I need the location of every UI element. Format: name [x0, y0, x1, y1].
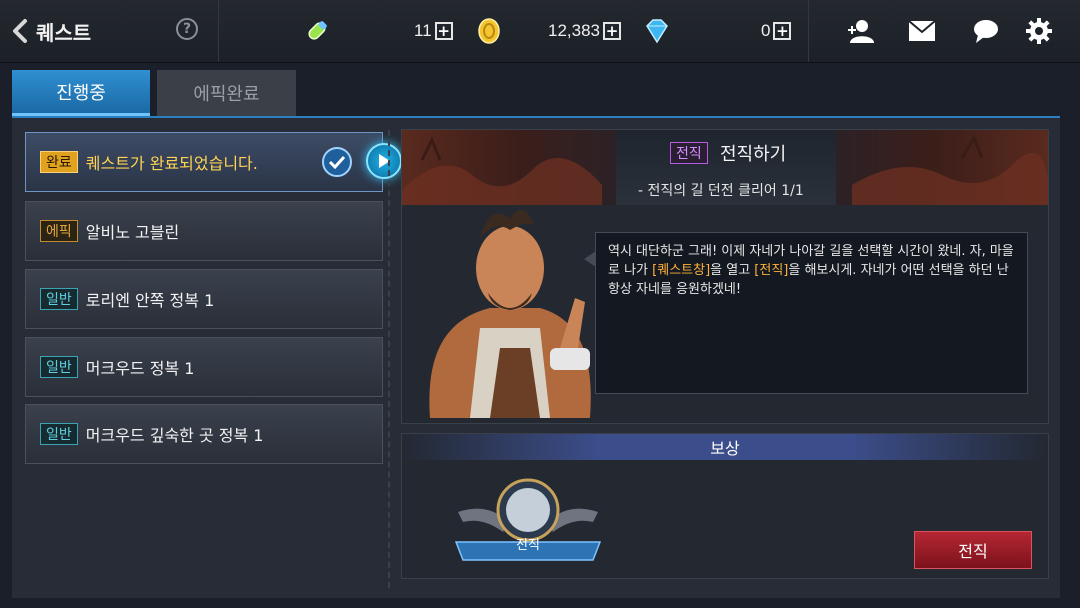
check-icon	[322, 147, 352, 177]
reward-panel: 보상 전직 전직	[401, 433, 1049, 579]
settings-gear-icon[interactable]	[1022, 14, 1056, 48]
job-change-medal-icon	[454, 478, 602, 561]
quest-item-complete[interactable]: 완료 퀘스트가 완료되었습니다.	[25, 132, 402, 192]
add-stamina-button[interactable]: +	[434, 22, 453, 40]
quest-name: 퀘스트가 완료되었습니다.	[85, 154, 258, 173]
tab-in-progress[interactable]: 진행중	[12, 70, 150, 116]
gem-value: 0	[761, 21, 771, 40]
gold-coin-icon	[472, 14, 506, 48]
speech-tail	[584, 251, 596, 267]
back-button[interactable]: 퀘스트	[10, 14, 120, 48]
quest-item[interactable]: 일반 머크우드 깊숙한 곳 정복 1	[25, 404, 383, 464]
play-icon[interactable]	[366, 143, 402, 179]
quest-name: 로리엔 안쪽 정복 1	[85, 291, 215, 310]
gold-counter: 12,383 +	[548, 14, 621, 48]
gold-value: 12,383	[548, 21, 600, 40]
reward-item-label: 전직	[516, 538, 540, 553]
quest-type-tag: 전직	[670, 142, 708, 164]
friends-icon[interactable]	[843, 14, 877, 48]
quest-badge: 에픽	[40, 220, 78, 242]
divider	[218, 0, 219, 62]
mail-icon[interactable]	[905, 14, 939, 48]
quest-title: 전직하기	[720, 144, 787, 165]
quest-name: 머크우드 깊숙한 곳 정복 1	[85, 426, 264, 445]
gem-counter: 0 +	[761, 14, 792, 48]
quest-name: 알비노 고블린	[85, 223, 180, 242]
quest-badge: 일반	[40, 423, 78, 445]
quest-badge: 일반	[40, 288, 78, 310]
column-divider	[388, 130, 390, 588]
dialog-highlight: [전직]	[754, 263, 789, 278]
npc-dialog-box: 역시 대단하군 그래! 이제 자네가 나아갈 길을 선택할 시간이 왔네. 자,…	[584, 232, 1028, 394]
divider	[808, 0, 809, 62]
help-icon[interactable]: ?	[176, 18, 198, 40]
potion-icon	[300, 14, 334, 48]
add-gem-button[interactable]: +	[773, 22, 792, 40]
gem-icon	[640, 14, 674, 48]
quest-objective: - 전직의 길 던전 클리어 1/1	[638, 183, 804, 199]
dialog-text: 을 열고	[710, 263, 755, 278]
back-arrow-icon	[13, 19, 27, 43]
job-change-button[interactable]: 전직	[914, 531, 1032, 569]
quest-badge: 완료	[40, 151, 78, 173]
chat-icon[interactable]	[969, 14, 1003, 48]
add-gold-button[interactable]: +	[603, 22, 621, 40]
npc-portrait-icon	[429, 210, 591, 418]
tab-epic-complete[interactable]: 에픽완료	[157, 70, 296, 116]
quest-item[interactable]: 일반 머크우드 정복 1	[25, 337, 383, 397]
top-bar: 퀘스트 ? 11 + 12,383 + 0 +	[0, 0, 1080, 63]
reward-header: 보상	[402, 434, 1048, 460]
dialog-highlight: [퀘스트창]	[652, 263, 711, 278]
quest-name: 머크우드 정복 1	[85, 359, 195, 378]
quest-banner: 전직 전직하기 - 전직의 길 던전 클리어 1/1	[402, 130, 1048, 205]
quest-badge: 일반	[40, 356, 78, 378]
stamina-counter: 11 +	[414, 14, 453, 48]
stamina-value: 11	[414, 21, 432, 40]
quest-item[interactable]: 에픽 알비노 고블린	[25, 201, 383, 261]
quest-item[interactable]: 일반 로리엔 안쪽 정복 1	[25, 269, 383, 329]
page-title: 퀘스트	[36, 20, 92, 45]
quest-detail-panel: 전직 전직하기 - 전직의 길 던전 클리어 1/1 역시 대단하군 그래! 이…	[401, 129, 1049, 424]
